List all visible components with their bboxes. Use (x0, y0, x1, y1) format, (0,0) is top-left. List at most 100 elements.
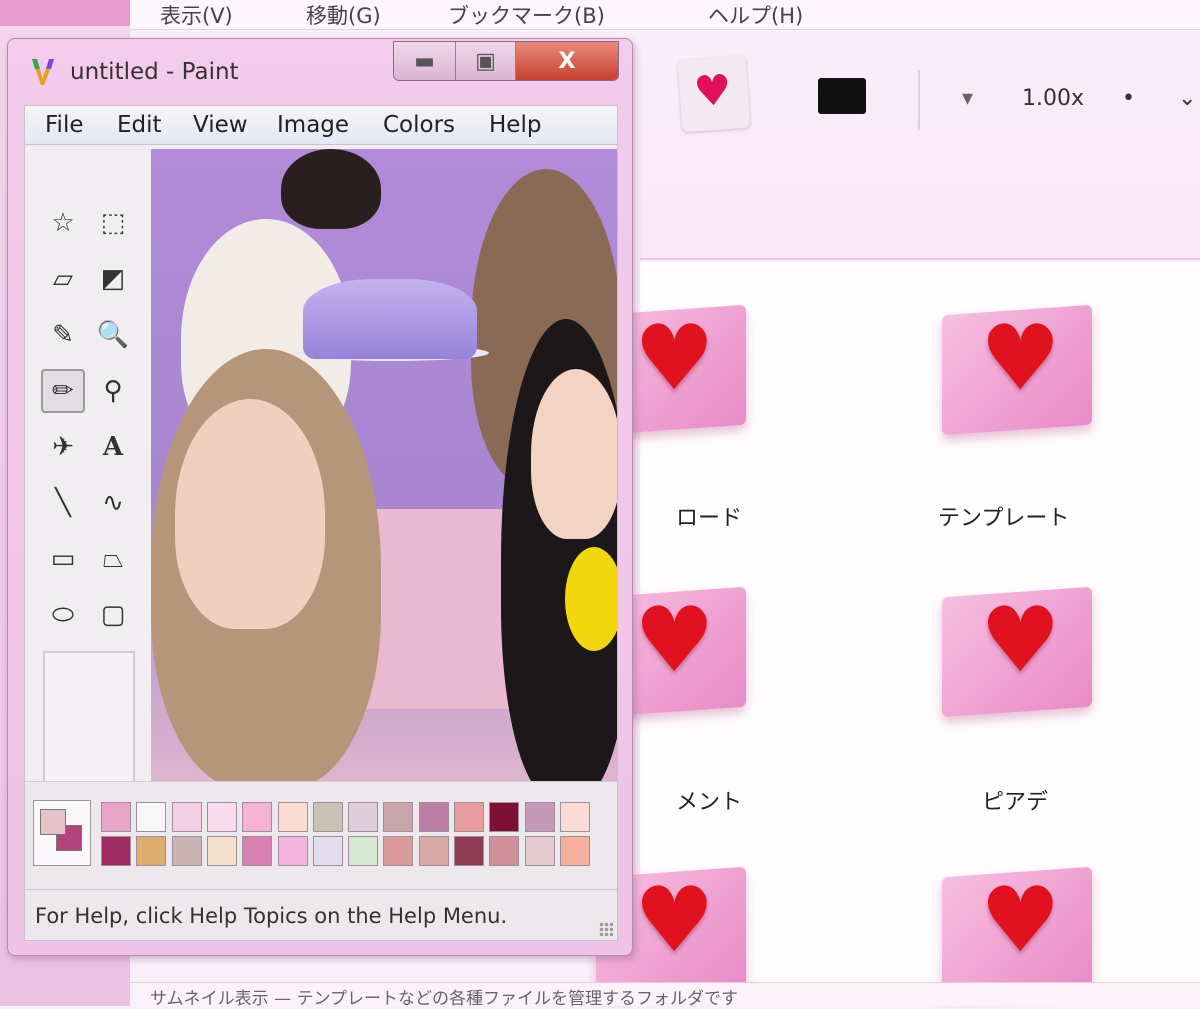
rect-select-tool[interactable]: ⬚ (91, 201, 135, 245)
foreground-color-swatch (40, 809, 66, 835)
folder-label: テンプレート (938, 506, 1070, 531)
line-icon: ╲ (55, 488, 71, 518)
menu-edit[interactable]: Edit (117, 112, 162, 138)
palette-color-swatch[interactable] (383, 836, 414, 866)
palette-color-swatch[interactable] (101, 836, 131, 866)
bg-menu-go[interactable]: 移動(G) (306, 0, 381, 30)
palette-color-swatch[interactable] (242, 836, 273, 866)
canvas-photo-hair (281, 149, 381, 229)
airbrush-icon: ✈ (52, 432, 74, 462)
chevron-down-icon[interactable]: ⌄ (1178, 86, 1196, 111)
heart-icon: ♥ (692, 64, 734, 117)
eraser-tool[interactable]: ▱ (41, 257, 85, 301)
magnifier-tool[interactable]: 🔍 (91, 313, 135, 357)
palette-color-swatch[interactable] (277, 836, 308, 866)
menu-file[interactable]: File (45, 112, 84, 138)
eyedropper-icon: ✎ (52, 320, 74, 350)
menu-view[interactable]: View (193, 112, 248, 138)
palette-color-swatch[interactable] (171, 802, 202, 832)
tool-options-box[interactable] (43, 651, 135, 797)
eraser-icon: ▱ (53, 264, 73, 294)
free-form-select-icon: ☆ (51, 208, 75, 238)
status-bar: For Help, click Help Topics on the Help … (24, 889, 618, 941)
resize-grip[interactable] (599, 922, 613, 936)
rounded-rectangle-tool[interactable]: ▢ (91, 593, 135, 637)
pencil-tool[interactable]: ✏ (41, 369, 85, 413)
menu-colors[interactable]: Colors (383, 112, 455, 138)
palette-color-swatch[interactable] (524, 802, 555, 832)
background-status-text: サムネイル表示 — テンプレートなどの各種ファイルを管理するフォルダです (150, 989, 738, 1009)
bg-menu-help[interactable]: ヘルプ(H) (708, 0, 803, 30)
heart-icon: ♥ (634, 588, 715, 693)
palette-color-swatch[interactable] (206, 802, 237, 832)
bg-menu-view[interactable]: 表示(V) (160, 0, 233, 30)
curve-tool[interactable]: ∿ (91, 481, 135, 525)
background-window-corner (0, 0, 138, 26)
folder-label: メント (676, 790, 743, 815)
heart-icon-button[interactable]: ♥ (677, 55, 751, 133)
text-tool[interactable]: A (91, 425, 135, 469)
palette-color-swatch[interactable] (171, 836, 202, 866)
paint-client-area: ☆ ⬚ ▱ ◩ ✎ 🔍 ✏ ⚲ ✈ A ╲ ∿ ▭ ⏢ ⬭ ▢ (24, 145, 618, 889)
palette-color-swatch[interactable] (312, 802, 343, 832)
color-palette (25, 781, 617, 889)
menu-help[interactable]: Help (489, 112, 541, 138)
brush-tool[interactable]: ⚲ (91, 369, 135, 413)
minimize-button[interactable]: ▬ (394, 42, 456, 80)
fill-bucket-icon: ◩ (100, 264, 126, 294)
pencil-icon: ✏ (52, 376, 74, 406)
monitor-icon[interactable] (818, 78, 866, 114)
zoom-icon[interactable]: ▾ (962, 86, 973, 111)
close-button[interactable]: X (516, 42, 618, 80)
palette-color-swatch[interactable] (312, 836, 343, 866)
bg-menu-bookmarks[interactable]: ブックマーク(B) (448, 0, 605, 30)
palette-color-swatch[interactable] (136, 802, 167, 832)
palette-color-swatch[interactable] (454, 802, 484, 832)
menu-bar: File Edit View Image Colors Help (24, 105, 618, 145)
palette-color-swatch[interactable] (101, 802, 131, 832)
folder-item[interactable]: ♥ (936, 862, 1106, 1002)
canvas-photo-face (175, 399, 325, 629)
paint-app-icon (32, 59, 54, 85)
rectangle-icon: ▭ (50, 544, 76, 574)
rectangle-tool[interactable]: ▭ (41, 537, 85, 581)
line-tool[interactable]: ╲ (41, 481, 85, 525)
palette-color-swatch[interactable] (489, 836, 520, 866)
free-form-select-tool[interactable]: ☆ (41, 201, 85, 245)
palette-color-swatch[interactable] (383, 802, 414, 832)
maximize-button[interactable]: ▣ (456, 42, 516, 80)
palette-color-swatch[interactable] (136, 836, 167, 866)
palette-color-swatch[interactable] (489, 802, 520, 832)
airbrush-tool[interactable]: ✈ (41, 425, 85, 469)
palette-color-swatch[interactable] (206, 836, 237, 866)
palette-color-swatch[interactable] (348, 836, 379, 866)
folder-item[interactable]: ♥ (936, 582, 1106, 722)
folder-item[interactable]: ♥ (936, 300, 1106, 440)
polygon-tool[interactable]: ⏢ (91, 537, 135, 581)
menu-image[interactable]: Image (277, 112, 349, 138)
palette-color-swatch[interactable] (418, 802, 449, 832)
palette-color-swatch[interactable] (524, 836, 555, 866)
palette-color-swatch[interactable] (559, 802, 590, 832)
ellipse-tool[interactable]: ⬭ (41, 593, 85, 637)
text-icon: A (102, 432, 124, 462)
background-statusbar: サムネイル表示 — テンプレートなどの各種ファイルを管理するフォルダです (130, 982, 1200, 1009)
current-colors-indicator[interactable] (33, 800, 91, 866)
fill-tool[interactable]: ◩ (91, 257, 135, 301)
palette-color-swatch[interactable] (418, 836, 449, 866)
title-bar[interactable]: untitled - Paint ▬ ▣ X (8, 39, 632, 105)
paint-window: untitled - Paint ▬ ▣ X File Edit View Im… (7, 38, 633, 956)
palette-color-swatch[interactable] (242, 802, 273, 832)
canvas-photo-lollipop (565, 547, 617, 651)
palette-color-swatch[interactable] (277, 802, 308, 832)
pick-color-tool[interactable]: ✎ (41, 313, 85, 357)
palette-color-swatch[interactable] (559, 836, 590, 866)
palette-color-swatch[interactable] (454, 836, 484, 866)
heart-icon: ♥ (634, 868, 715, 973)
canvas-photo-face (531, 369, 617, 539)
palette-color-swatch[interactable] (348, 802, 379, 832)
drawing-canvas[interactable] (151, 149, 617, 781)
zoom-level-label[interactable]: 1.00x (1022, 86, 1084, 111)
heart-icon: ♥ (634, 306, 715, 411)
toolbar-separator (918, 70, 920, 130)
